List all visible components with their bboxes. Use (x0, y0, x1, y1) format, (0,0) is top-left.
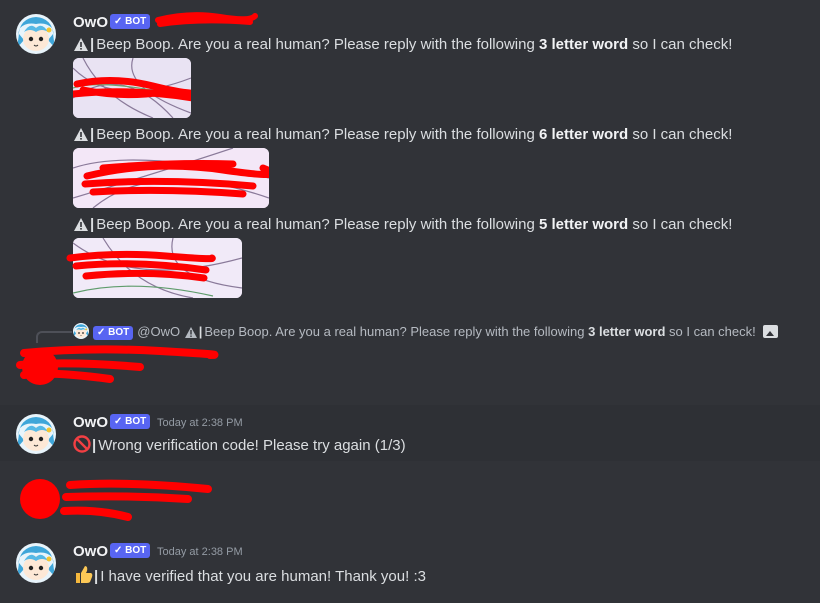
message-owo-verified: OwO ✓ BOT Today at 2:38 PM | I have verif… (0, 531, 820, 603)
captcha-message-3: | Beep Boop. Are you a real human? Please… (73, 216, 732, 233)
captcha-word-length: 3 letter word (538, 36, 629, 53)
captcha-image-2[interactable] (73, 148, 269, 208)
warning-icon (74, 128, 88, 141)
bot-badge-label: BOT (125, 16, 147, 27)
owo-mini-avatar (73, 323, 89, 339)
owo-avatar-image (16, 414, 56, 454)
captcha-message-2: | Beep Boop. Are you a real human? Please… (73, 126, 732, 143)
captcha-text-prefix: Beep Boop. Are you a real human? Please … (96, 36, 539, 53)
captcha-word-length: 6 letter word (538, 126, 629, 143)
verified-check-icon: ✓ (97, 327, 106, 338)
captcha-image-1[interactable] (73, 58, 191, 118)
message-user-reply: ✓ BOT @OwO | Beep Boop. Are you a real hum… (0, 305, 820, 405)
owo-avatar[interactable] (16, 14, 56, 54)
verified-message: | I have verified that you are human! Tha… (73, 564, 426, 585)
captcha-message-1: | Beep Boop. Are you a real human? Please… (73, 36, 732, 53)
reply-spine (36, 331, 72, 343)
verified-check-icon: ✓ (114, 545, 123, 556)
timestamp[interactable]: Today at 2:38 PM (157, 546, 243, 558)
warning-icon (74, 218, 88, 231)
captcha-text-prefix: Beep Boop. Are you a real human? Please … (96, 216, 539, 233)
bot-badge-label: BOT (108, 327, 130, 338)
owo-avatar[interactable] (16, 543, 56, 583)
verified-text: I have verified that you are human! Than… (100, 568, 426, 585)
captcha-text-suffix: so I can check! (628, 36, 733, 53)
timestamp[interactable]: Today at 2:38 PM (157, 417, 243, 429)
username[interactable]: OwO (73, 543, 108, 560)
redaction-mark (155, 12, 258, 27)
reply-context[interactable]: ✓ BOT @OwO | Beep Boop. Are you a real hum… (73, 323, 779, 340)
bot-badge: ✓ BOT (93, 326, 134, 340)
captcha-image-content (73, 148, 269, 208)
verified-check-icon: ✓ (114, 16, 123, 27)
captcha-text-suffix: so I can check! (628, 216, 733, 233)
captcha-image-content (73, 58, 191, 118)
wrong-code-text: Wrong verification code! Please try agai… (98, 437, 406, 454)
bot-badge-label: BOT (125, 545, 147, 556)
reply-mention: @OwO (137, 324, 181, 339)
verified-check-icon: ✓ (114, 416, 123, 427)
message-user-redacted (0, 461, 820, 531)
captcha-word-length: 5 letter word (538, 216, 629, 233)
owo-avatar-image (16, 14, 56, 54)
message-owo-captcha: OwO ✓ BOT | Beep Boop. Are you a real hum… (0, 0, 820, 305)
redaction-mark (66, 250, 216, 282)
redaction-mark (16, 345, 219, 385)
captcha-text-prefix: Beep Boop. Are you a real human? Please … (96, 126, 539, 143)
reply-word-length: 3 letter word (588, 324, 666, 339)
username[interactable]: OwO (73, 414, 108, 431)
reply-text-prefix: Beep Boop. Are you a real human? Please … (204, 324, 589, 339)
warning-icon (74, 38, 88, 51)
prohibited-icon (73, 435, 91, 453)
thumbs-up-icon (76, 566, 93, 583)
bot-badge-label: BOT (125, 416, 147, 427)
captcha-text-suffix: so I can check! (628, 126, 733, 143)
image-icon (763, 325, 779, 338)
owo-avatar[interactable] (16, 414, 56, 454)
username[interactable]: OwO (73, 14, 108, 31)
owo-avatar-image (16, 543, 56, 583)
redaction-mark (20, 479, 212, 521)
bot-badge: ✓ BOT (110, 543, 151, 558)
bot-badge: ✓ BOT (110, 414, 151, 429)
warning-icon (184, 327, 197, 338)
bot-badge: ✓ BOT (110, 14, 151, 29)
wrong-code-message: | Wrong verification code! Please try aga… (73, 435, 406, 454)
message-owo-wrong-code: OwO ✓ BOT Today at 2:38 PM | Wrong verifi… (0, 405, 820, 461)
reply-text-suffix: so I can check! (665, 324, 756, 339)
